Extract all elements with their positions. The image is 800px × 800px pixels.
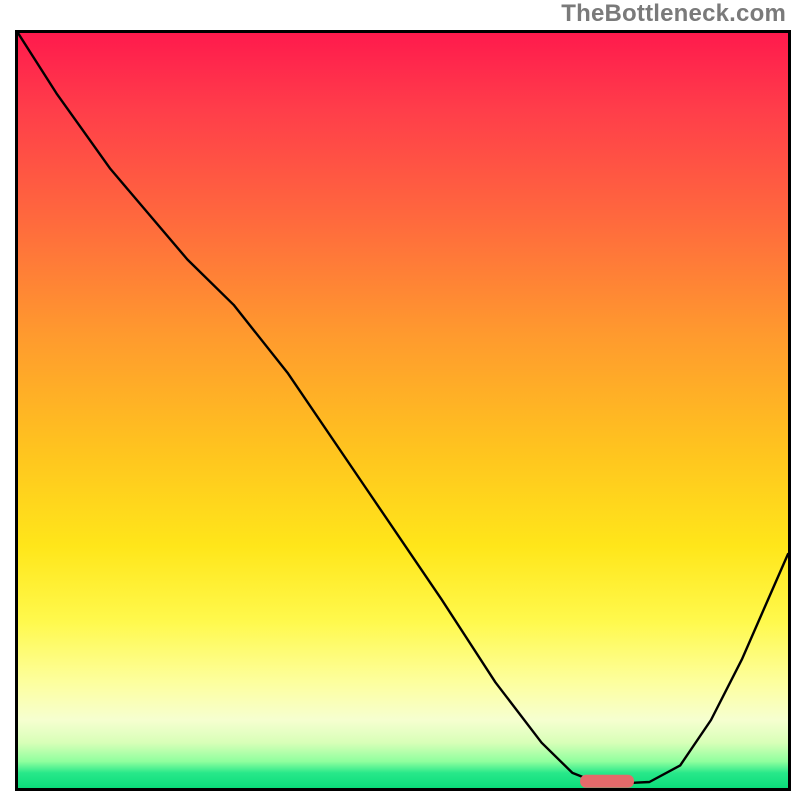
- chart-frame: [15, 30, 791, 791]
- optimal-range-marker: [580, 775, 634, 788]
- chart-svg: [18, 33, 788, 788]
- watermark-label: TheBottleneck.com: [561, 0, 786, 28]
- bottleneck-curve: [18, 33, 788, 784]
